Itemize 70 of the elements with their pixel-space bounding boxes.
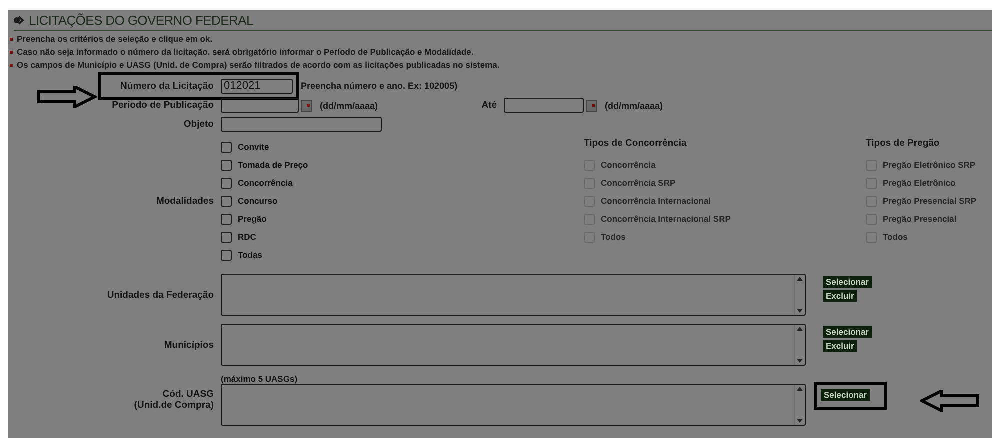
list-box[interactable] bbox=[221, 274, 806, 316]
scroll-up-icon[interactable] bbox=[797, 387, 803, 391]
calendar-icon[interactable] bbox=[586, 100, 598, 112]
scroll-up-icon[interactable] bbox=[797, 277, 803, 281]
bullet-icon bbox=[10, 64, 13, 66]
instruction-text: Os campos de Município e UASG (Unid. de Compra) serão filtrados de acordo com as licitações publicadas no sistema. bbox=[17, 60, 500, 70]
field-hint: Preencha número e ano. Ex: 102005) bbox=[301, 81, 458, 91]
field-label: Período de Publicação bbox=[111, 100, 215, 111]
checkbox-label: Todas bbox=[238, 250, 262, 260]
instruction-text: Caso não seja informado o número da licitação, será obrigatório informar o Período de Publicação e Modalidade. bbox=[17, 47, 474, 57]
list-action-button[interactable]: Selecionar bbox=[823, 276, 872, 288]
checkbox-label: Concorrência bbox=[238, 178, 293, 188]
bullet-icon bbox=[14, 16, 25, 25]
checkbox-label: Concorrência Internacional bbox=[601, 196, 712, 206]
arrow-icon bbox=[920, 390, 980, 412]
scroll-down-icon[interactable] bbox=[797, 309, 803, 313]
field-hint: (máximo 5 UASGs) bbox=[221, 374, 299, 384]
checkbox-label: Todos bbox=[883, 232, 908, 242]
checkbox-label: Pregão Eletrônico SRP bbox=[883, 160, 976, 170]
list-box[interactable] bbox=[221, 324, 806, 366]
calendar-icon[interactable] bbox=[301, 100, 312, 112]
checkbox-label: RDC bbox=[238, 232, 256, 242]
checkbox-label: Pregão Eletrônico bbox=[883, 178, 956, 188]
field-label: Até bbox=[480, 100, 498, 111]
list-action-button[interactable]: Excluir bbox=[823, 340, 858, 352]
checkbox[interactable] bbox=[221, 196, 232, 206]
field-label: Unidades da Federação bbox=[106, 290, 215, 300]
checkbox[interactable] bbox=[221, 160, 232, 170]
field-label: Modalidades bbox=[155, 196, 215, 206]
checkbox-label: Pregão Presencial SRP bbox=[883, 196, 977, 206]
input-field[interactable]: 012021 bbox=[221, 78, 293, 94]
checkbox[interactable] bbox=[221, 142, 232, 152]
list-action-button[interactable]: Selecionar bbox=[823, 326, 872, 338]
scroll-down-icon[interactable] bbox=[797, 419, 803, 423]
checkbox-label: Pregão Presencial bbox=[883, 214, 957, 224]
checkbox-label: Tomada de Preço bbox=[238, 160, 308, 170]
scrollbar[interactable] bbox=[794, 275, 805, 315]
field-label: Objeto bbox=[182, 119, 215, 130]
group-title: Tipos de Concorrência bbox=[584, 138, 688, 151]
field-hint: (dd/mm/aaaa) bbox=[605, 100, 664, 110]
scrollbar[interactable] bbox=[794, 325, 805, 365]
checkbox[interactable] bbox=[221, 214, 232, 224]
scroll-up-icon[interactable] bbox=[797, 327, 803, 331]
group-title: Tipos de Pregão bbox=[866, 138, 941, 151]
checkbox-label: Concorrência bbox=[601, 160, 656, 170]
field-label: Cód. UASG (Unid.de Compra) bbox=[133, 389, 215, 411]
field-hint: (dd/mm/aaaa) bbox=[320, 100, 378, 110]
section-title: LICITAÇÕES DO GOVERNO FEDERAL bbox=[29, 13, 254, 28]
input-field[interactable] bbox=[221, 117, 382, 132]
bullet-icon bbox=[10, 50, 13, 54]
checkbox-label: Concorrência Internacional SRP bbox=[601, 214, 731, 224]
date-field[interactable] bbox=[504, 98, 584, 113]
field-label: Número da Licitação bbox=[120, 80, 215, 92]
checkbox-label: Todos bbox=[601, 232, 626, 242]
checkbox[interactable] bbox=[221, 232, 232, 242]
checkbox-label: Pregão bbox=[238, 214, 267, 224]
bullet-icon bbox=[10, 38, 13, 40]
checkbox-label: Concorrência SRP bbox=[601, 178, 676, 188]
instruction-text: Preencha os critérios de seleção e clique em ok. bbox=[17, 34, 213, 44]
scroll-down-icon[interactable] bbox=[797, 359, 803, 363]
checkbox[interactable] bbox=[221, 178, 232, 188]
checkbox-label: Convite bbox=[238, 142, 270, 152]
checkbox[interactable] bbox=[221, 250, 232, 260]
list-action-button[interactable]: Excluir bbox=[823, 290, 858, 302]
date-field[interactable] bbox=[221, 98, 299, 113]
scrollbar[interactable] bbox=[794, 385, 805, 425]
field-label: Municípios bbox=[163, 340, 215, 350]
list-action-button[interactable]: Selecionar bbox=[821, 389, 870, 401]
checkbox-label: Concurso bbox=[238, 196, 278, 206]
list-box[interactable] bbox=[221, 384, 806, 426]
